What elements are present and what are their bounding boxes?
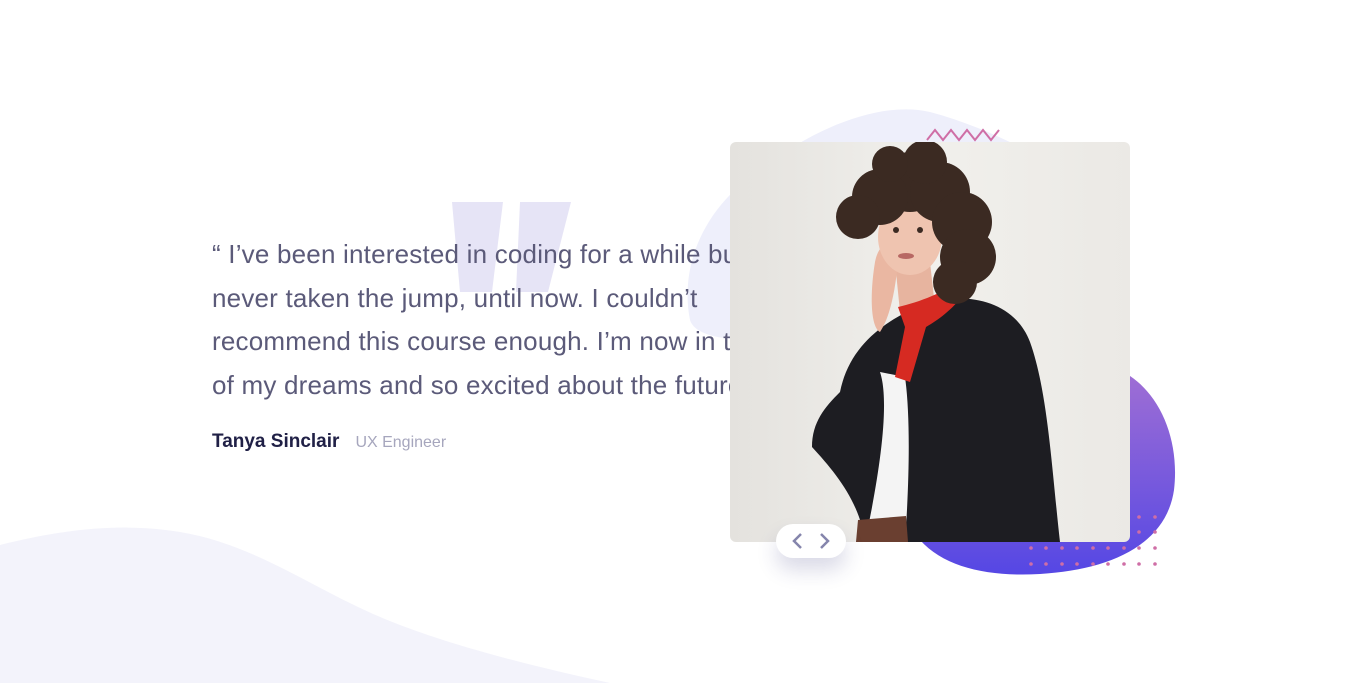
testimonial-photo [730, 142, 1130, 542]
author-role: UX Engineer [355, 434, 447, 451]
portrait-illustration [730, 142, 1130, 542]
author-name: Tanya Sinclair [212, 431, 340, 452]
chevron-left-icon [792, 533, 802, 549]
previous-button[interactable] [784, 528, 810, 554]
chevron-right-icon [820, 533, 830, 549]
zigzag-pattern-icon [926, 128, 1000, 142]
dots-pattern-icon [1029, 515, 1157, 566]
slider-controls [776, 524, 846, 558]
testimonial-author: Tanya Sinclair UX Engineer [212, 431, 812, 453]
testimonial-quote: “ I’ve been interested in coding for a w… [212, 239, 803, 400]
next-button[interactable] [812, 528, 838, 554]
testimonial: “ I’ve been interested in coding for a w… [212, 233, 812, 453]
